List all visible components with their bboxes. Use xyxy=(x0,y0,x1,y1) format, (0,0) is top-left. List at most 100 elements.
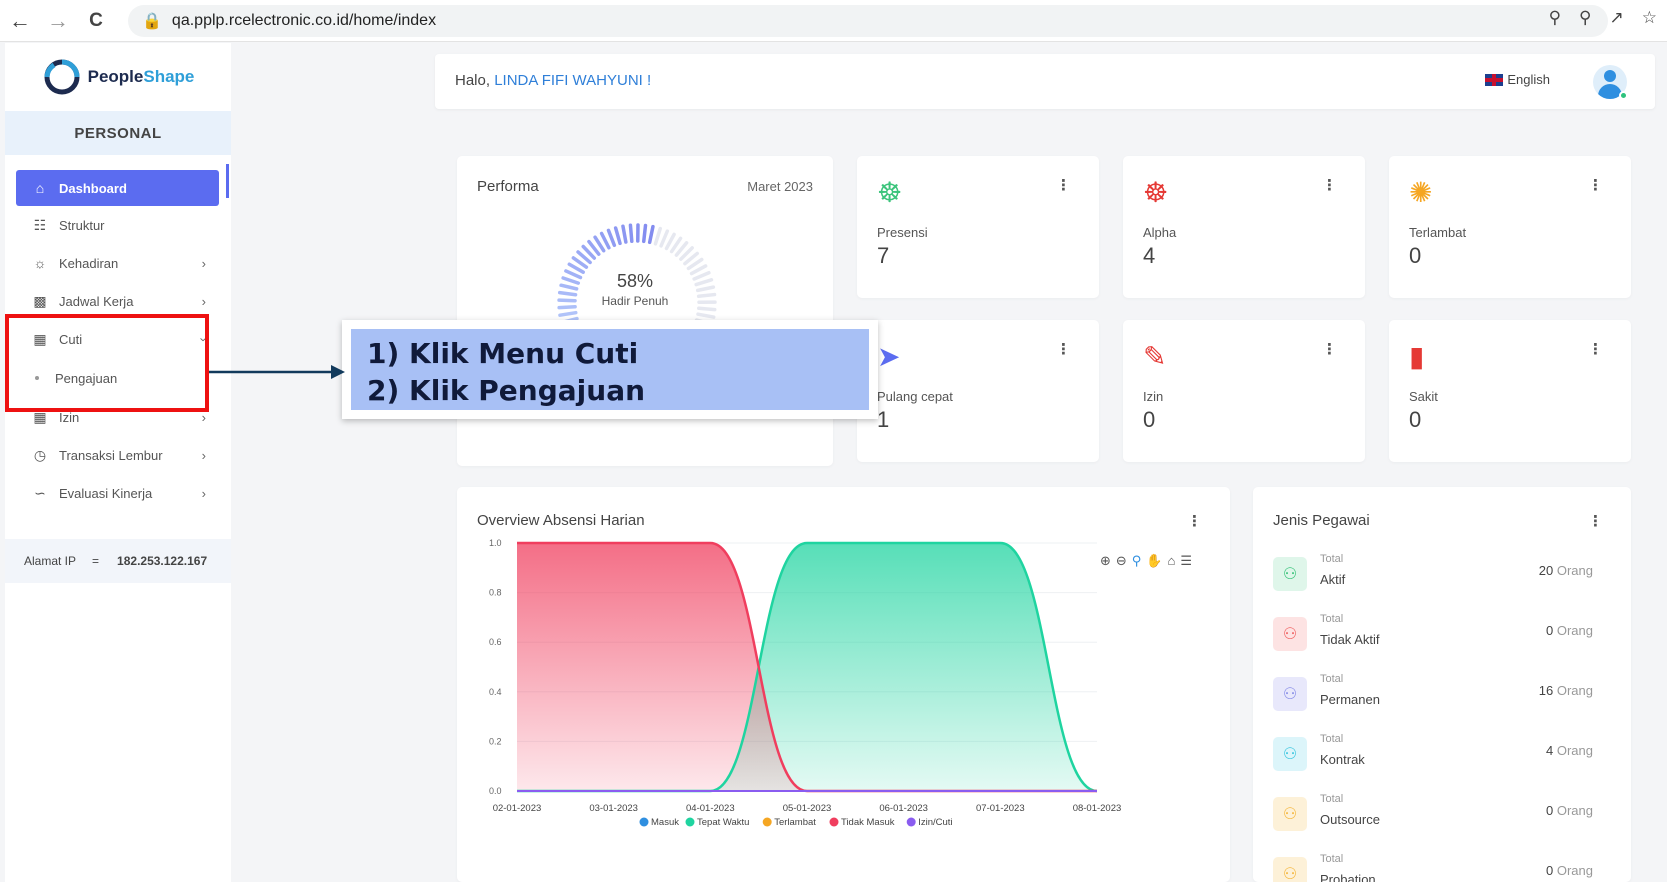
gauge-tick xyxy=(696,312,716,319)
walking-icon: ➤ xyxy=(877,341,901,372)
logo-icon xyxy=(44,59,80,95)
more-vertical-icon[interactable]: ⋮ xyxy=(1056,176,1071,194)
sidebar-item-dashboard[interactable]: ⌂ Dashboard xyxy=(16,170,219,206)
ip-value: 182.253.122.167 xyxy=(117,554,208,568)
total-label: Total xyxy=(1320,853,1344,865)
arrow-icon xyxy=(209,365,345,379)
instruction-callout: 1) Klik Menu Cuti 2) Klik Pengajuan xyxy=(342,320,878,419)
jenis-pegawai-card: Jenis Pegawai ⋮ ⚇ Total Aktif 20 Orang ⚇ Tota… xyxy=(1253,487,1631,882)
employee-type: Kontrak xyxy=(1320,752,1365,767)
y-tick-label: 1.0 xyxy=(489,538,502,548)
home-icon: ⌂ xyxy=(35,180,45,196)
y-tick-label: 0.0 xyxy=(489,786,502,796)
employee-type: Outsource xyxy=(1320,812,1380,827)
gauge-tick xyxy=(599,231,611,250)
users-icon: ⚇ xyxy=(1273,557,1307,591)
legend-marker xyxy=(639,817,649,827)
gauge-tick xyxy=(697,306,717,312)
legend-label: Izin/Cuti xyxy=(918,817,952,828)
employee-type: Tidak Aktif xyxy=(1320,632,1380,647)
gauge-tick xyxy=(628,223,634,243)
fingerprint-check-icon: ☸ xyxy=(877,177,903,208)
x-tick-label: 04-01-2023 xyxy=(686,803,735,814)
more-vertical-icon[interactable]: ⋮ xyxy=(1588,176,1603,194)
gauge-tick xyxy=(664,232,676,251)
sidebar-item-struktur[interactable]: ☷ Struktur xyxy=(5,206,231,244)
performa-percent: 58% xyxy=(616,271,654,291)
overview-area-chart: 1.0 0.8 0.6 0.4 0.2 0.0 02-01-2023 03-01-2023 04… xyxy=(489,538,1122,828)
zoom-icon[interactable]: ⚲ xyxy=(1579,8,1591,28)
x-tick-label: 03-01-2023 xyxy=(589,803,638,814)
online-status-icon xyxy=(1619,91,1628,100)
address-bar[interactable]: 🔒 qa.pplp.rcelectronic.co.id/home/index xyxy=(128,5,1608,37)
reload-icon[interactable]: C xyxy=(78,3,114,39)
more-vertical-icon[interactable]: ⋮ xyxy=(1322,176,1337,194)
employee-count: 16 Orang xyxy=(1538,683,1593,698)
sidebar-item-evaluasi-kinerja[interactable]: ∽ Evaluasi Kinerja › xyxy=(5,474,231,512)
gauge-tick xyxy=(564,269,583,280)
x-tick-label: 07-01-2023 xyxy=(976,803,1025,814)
legend-label: Tepat Waktu xyxy=(697,817,749,828)
uk-flag-icon xyxy=(1485,73,1504,86)
more-vertical-icon[interactable]: ⋮ xyxy=(1588,340,1603,358)
users-icon: ⚇ xyxy=(1273,797,1307,831)
sidebar-item-kehadiran[interactable]: ☼ Kehadiran › xyxy=(5,244,231,282)
employee-count: 20 Orang xyxy=(1538,563,1593,578)
gauge-tick xyxy=(689,264,708,276)
top-header: Halo, LINDA FIFI WAHYUNI ! English xyxy=(435,54,1655,109)
greeting: Halo, LINDA FIFI WAHYUNI ! xyxy=(455,72,652,89)
total-label: Total xyxy=(1320,793,1344,805)
browser-toolbar: ← → C 🔒 qa.pplp.rcelectronic.co.id/home/… xyxy=(0,0,1667,42)
employee-type: Aktif xyxy=(1320,572,1346,587)
employee-count: 0 Orang xyxy=(1546,863,1593,878)
key-icon[interactable]: ⚲ xyxy=(1549,8,1561,28)
legend-label: Masuk xyxy=(651,817,679,828)
highlight-box xyxy=(5,314,209,412)
gauge-tick xyxy=(559,283,579,291)
bookmark-star-icon[interactable]: ☆ xyxy=(1642,8,1657,28)
instruction-line-1: 1) Klik Menu Cuti xyxy=(367,337,639,370)
legend-marker xyxy=(829,817,839,827)
language-selector[interactable]: English xyxy=(1485,72,1550,87)
overview-card: Overview Absensi Harian ⋮ ⊕ ⊖ ⚲ ✋ ⌂ ☰ 1.… xyxy=(457,487,1230,882)
list-item: ⚇ Total Probation 0 Orang xyxy=(1273,845,1593,882)
employee-count: 4 Orang xyxy=(1546,743,1593,758)
total-label: Total xyxy=(1320,613,1344,625)
gauge-tick xyxy=(606,228,617,248)
gauge-tick xyxy=(692,270,711,281)
users-icon: ⚇ xyxy=(1273,677,1307,711)
performa-card: Performa Maret 2023 58% Hadir Penuh xyxy=(457,156,833,466)
back-icon[interactable]: ← xyxy=(2,3,38,39)
list-item: ⚇ Total Kontrak 4 Orang xyxy=(1273,725,1593,785)
performa-title: Performa xyxy=(477,178,539,195)
gauge-tick xyxy=(561,276,581,285)
total-label: Total xyxy=(1320,733,1344,745)
more-vertical-icon[interactable]: ⋮ xyxy=(1588,512,1603,530)
gauge-tick xyxy=(642,223,648,244)
org-chart-icon: ☷ xyxy=(33,216,47,233)
more-vertical-icon[interactable]: ⋮ xyxy=(1056,340,1071,358)
more-vertical-icon[interactable]: ⋮ xyxy=(1322,340,1337,358)
gauge-tick xyxy=(696,292,717,299)
legend-marker xyxy=(906,817,916,827)
share-icon[interactable]: ↗ xyxy=(1610,8,1624,28)
chevron-right-icon: › xyxy=(201,293,206,309)
gauge-tick xyxy=(557,298,577,303)
users-icon: ⚇ xyxy=(1273,737,1307,771)
clock-icon: ◷ xyxy=(33,446,47,463)
ip-address-info: Alamat IP = 182.253.122.167 xyxy=(5,539,231,583)
legend-label: Terlambat xyxy=(774,817,816,828)
forward-icon[interactable]: → xyxy=(40,3,76,39)
active-indicator xyxy=(226,164,229,198)
instruction-line-2: 2) Klik Pengajuan xyxy=(367,374,646,407)
gauge-tick xyxy=(695,285,716,293)
logo[interactable]: PeopleShape xyxy=(5,43,231,111)
list-item: ⚇ Total Permanen 16 Orang xyxy=(1273,665,1593,725)
user-name: LINDA FIFI WAHYUNI ! xyxy=(494,72,652,89)
x-tick-label: 08-01-2023 xyxy=(1073,803,1122,814)
gauge-tick xyxy=(659,229,670,248)
stat-card-sakit: ▮ ⋮ Sakit 0 xyxy=(1389,320,1631,462)
users-icon: ⚇ xyxy=(1273,857,1307,882)
sidebar-item-transaksi-lembur[interactable]: ◷ Transaksi Lembur › xyxy=(5,436,231,474)
gauge-tick xyxy=(647,224,655,245)
